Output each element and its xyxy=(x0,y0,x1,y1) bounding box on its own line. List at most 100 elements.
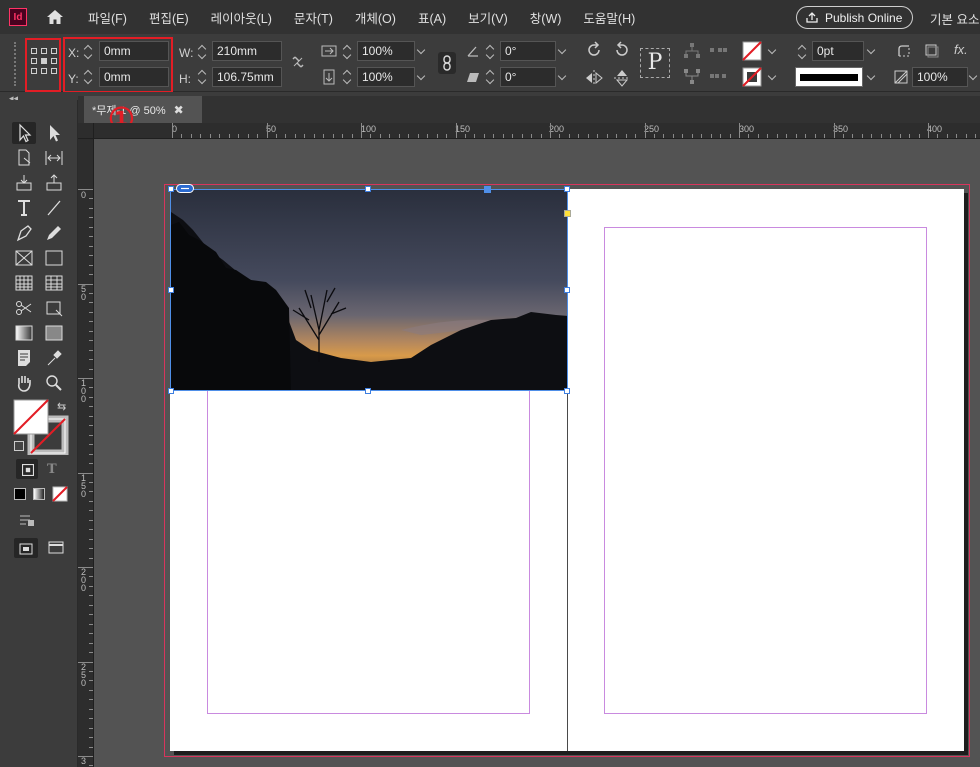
select-previous-object-icon[interactable] xyxy=(708,42,728,60)
close-tab-icon[interactable]: ✖ xyxy=(174,103,184,117)
handle-top-right[interactable] xyxy=(564,186,570,192)
opacity-field[interactable]: 100% xyxy=(912,67,968,87)
rotate-field[interactable]: 0° xyxy=(500,41,556,61)
menu-object[interactable]: 개체(O) xyxy=(344,8,407,27)
preview-mode-icon[interactable] xyxy=(47,540,65,556)
indesign-logo[interactable]: Id xyxy=(9,8,27,26)
gradient-feather-tool[interactable] xyxy=(42,322,66,344)
shear-field[interactable]: 0° xyxy=(500,67,556,87)
scale-y-field[interactable]: 100% xyxy=(357,67,415,87)
corner-options-icon[interactable] xyxy=(896,43,912,59)
y-field[interactable]: 0mm xyxy=(99,67,169,87)
y-stepper[interactable] xyxy=(82,67,96,87)
handle-bottom-left[interactable] xyxy=(168,388,174,394)
gradient-swatch-tool[interactable] xyxy=(12,322,36,344)
link-scale-button[interactable] xyxy=(438,52,456,74)
x-field[interactable]: 0mm xyxy=(99,41,169,61)
horizontal-ruler[interactable]: 0 50 100 150 200 250 300 350 400 xyxy=(78,123,980,139)
stroke-weight-dropdown[interactable] xyxy=(864,42,880,62)
rotate-stepper[interactable] xyxy=(484,42,498,62)
selection-tool[interactable] xyxy=(12,122,36,144)
document-tab[interactable]: *무제-1 @ 50% ✖ xyxy=(84,96,202,123)
stroke-weight-field[interactable]: 0pt xyxy=(812,41,864,61)
eyedropper-tool[interactable] xyxy=(42,347,66,369)
rotate-counterclockwise-icon[interactable] xyxy=(612,40,632,60)
opacity-dropdown[interactable] xyxy=(966,68,980,88)
flip-vertical-icon[interactable] xyxy=(612,68,632,88)
handle-middle-right[interactable] xyxy=(564,287,570,293)
placed-image-frame[interactable] xyxy=(170,189,568,391)
handle-top-left[interactable] xyxy=(168,186,174,192)
h-field[interactable]: 106.75mm xyxy=(212,67,282,87)
h-stepper[interactable] xyxy=(196,67,210,87)
content-placer-tool[interactable] xyxy=(42,172,66,194)
scale-y-dropdown[interactable] xyxy=(414,68,430,88)
panel-grip[interactable] xyxy=(14,42,18,86)
effects-button[interactable]: fx. xyxy=(954,42,968,57)
swap-fill-stroke-icon[interactable]: ⇆ xyxy=(57,400,66,413)
menu-type[interactable]: 문자(T) xyxy=(283,8,344,27)
fill-dropdown[interactable] xyxy=(765,42,781,62)
note-tool[interactable] xyxy=(12,347,36,369)
flip-horizontal-icon[interactable] xyxy=(584,68,604,88)
publish-online-button[interactable]: Publish Online xyxy=(796,6,914,29)
zoom-tool[interactable] xyxy=(42,372,66,394)
horizontal-grid-tool[interactable] xyxy=(12,272,36,294)
constrain-proportions-icon[interactable] xyxy=(290,54,306,70)
shear-dropdown[interactable] xyxy=(555,68,571,88)
w-field[interactable]: 210mm xyxy=(212,41,282,61)
apply-gradient-icon[interactable] xyxy=(33,488,45,500)
stroke-type-dropdown[interactable] xyxy=(864,68,880,88)
shear-stepper[interactable] xyxy=(484,67,498,87)
ruler-origin-corner[interactable] xyxy=(78,123,94,139)
w-stepper[interactable] xyxy=(196,42,210,62)
apply-none-icon[interactable] xyxy=(52,486,68,502)
formatting-affects-text-icon[interactable]: T xyxy=(47,462,57,477)
pen-tool[interactable] xyxy=(12,222,36,244)
handle-top-center[interactable] xyxy=(365,186,371,192)
rectangle-tool[interactable] xyxy=(42,247,66,269)
content-collector-tool[interactable] xyxy=(12,172,36,194)
home-icon[interactable] xyxy=(45,7,65,27)
stroke-dropdown[interactable] xyxy=(765,68,781,88)
menu-view[interactable]: 보기(V) xyxy=(457,8,519,27)
free-transform-tool[interactable] xyxy=(42,297,66,319)
pencil-tool[interactable] xyxy=(42,222,66,244)
menu-window[interactable]: 창(W) xyxy=(519,8,573,27)
apply-color-icon[interactable] xyxy=(14,488,26,500)
edit-in-mode-icon[interactable] xyxy=(16,514,38,528)
scale-x-stepper[interactable] xyxy=(341,42,355,62)
fill-stroke-swatches[interactable] xyxy=(13,399,69,457)
rotate-clockwise-icon[interactable] xyxy=(584,40,604,60)
select-next-object-icon[interactable] xyxy=(708,68,728,86)
handle-bottom-right[interactable] xyxy=(564,388,570,394)
linked-content-icon[interactable] xyxy=(176,184,194,193)
handle-middle-left[interactable] xyxy=(168,287,174,293)
stroke-type-selector[interactable] xyxy=(795,67,863,87)
scale-x-dropdown[interactable] xyxy=(414,42,430,62)
gap-tool[interactable] xyxy=(42,147,66,169)
stroke-weight-stepper[interactable] xyxy=(796,42,810,62)
vertical-ruler[interactable]: 0 5 0 1 0 0 1 5 0 2 0 0 2 5 0 3 xyxy=(78,123,94,767)
menu-table[interactable]: 표(A) xyxy=(407,8,457,27)
type-tool[interactable] xyxy=(12,197,36,219)
menu-edit[interactable]: 편집(E) xyxy=(138,8,200,27)
formatting-affects-container[interactable] xyxy=(16,459,38,479)
live-corner-handle[interactable] xyxy=(564,210,571,217)
fill-none-swatch-icon[interactable] xyxy=(742,41,762,61)
x-stepper[interactable] xyxy=(82,42,96,62)
page-tool[interactable] xyxy=(12,147,36,169)
content-grabber-handle[interactable] xyxy=(484,186,491,193)
stroke-swatch-icon[interactable] xyxy=(742,67,762,87)
direct-selection-tool[interactable] xyxy=(42,122,66,144)
menu-file[interactable]: 파일(F) xyxy=(77,8,138,27)
handle-bottom-center[interactable] xyxy=(365,388,371,394)
drop-shadow-icon[interactable] xyxy=(924,43,940,59)
select-content-icon[interactable] xyxy=(682,68,702,86)
menu-help[interactable]: 도움말(H) xyxy=(572,8,646,27)
line-tool[interactable] xyxy=(42,197,66,219)
menu-layout[interactable]: 레이아웃(L) xyxy=(200,8,283,27)
rectangle-frame-tool[interactable] xyxy=(12,247,36,269)
select-container-icon[interactable] xyxy=(682,42,702,60)
vertical-grid-tool[interactable] xyxy=(42,272,66,294)
